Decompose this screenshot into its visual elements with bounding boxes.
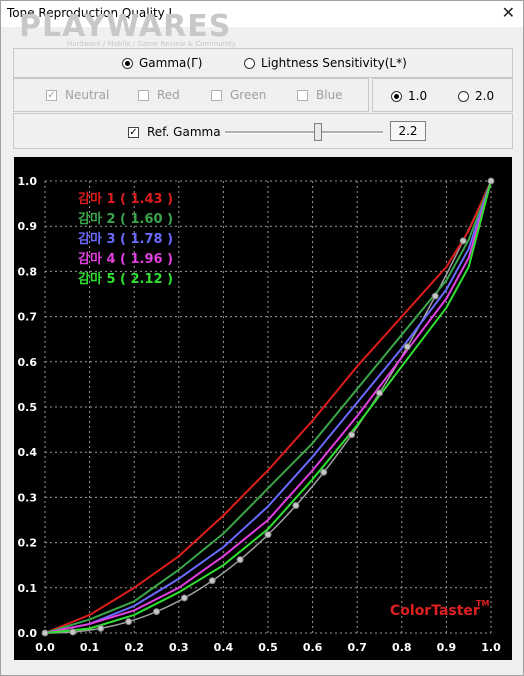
reference-marker bbox=[69, 628, 77, 636]
reference-marker bbox=[236, 556, 244, 564]
green-check-icon bbox=[211, 89, 222, 101]
scale-1-radio-icon bbox=[391, 90, 402, 102]
reference-marker bbox=[459, 237, 467, 245]
y-tick-label: 0.6 bbox=[18, 356, 38, 369]
reference-marker bbox=[376, 389, 383, 397]
reference-marker bbox=[487, 177, 495, 185]
tone-reproduction-window: Tone Reproduction Quality I ✕ PLAYWARES … bbox=[0, 0, 524, 676]
gamma-chart: 0.0 0.1 0.2 0.3 0.4 0.5 0.6 0.7 0.8 0.9 1.0 0.0 0.1 0… bbox=[14, 157, 512, 660]
gamma-mode-label: Gamma(Γ) bbox=[139, 56, 203, 70]
y-tick-label: 1.0 bbox=[18, 175, 38, 188]
y-tick-label: 0.4 bbox=[18, 446, 38, 459]
lightness-mode-label: Lightness Sensitivity(L*) bbox=[261, 56, 407, 70]
scale-1-label: 1.0 bbox=[408, 89, 428, 103]
reference-marker bbox=[208, 577, 216, 585]
window-title: Tone Reproduction Quality I bbox=[7, 6, 173, 20]
scale-2-radio[interactable]: 2.0 bbox=[458, 89, 494, 103]
x-tick-label: 0.9 bbox=[437, 641, 457, 654]
x-tick-label: 1.0 bbox=[481, 641, 501, 654]
ref-gamma-check-icon: ✓ bbox=[128, 126, 139, 138]
legend-entry: 감마 3 ( 1.78 ) bbox=[78, 231, 173, 247]
reference-marker bbox=[403, 343, 411, 351]
y-tick-label: 0.2 bbox=[18, 537, 38, 550]
mode-group: Gamma(Γ) Lightness Sensitivity(L*) bbox=[13, 48, 513, 78]
x-tick-label: 0.4 bbox=[214, 641, 234, 654]
lightness-mode-radio[interactable]: Lightness Sensitivity(L*) bbox=[244, 56, 407, 70]
ref-gamma-checkbox[interactable]: ✓ Ref. Gamma bbox=[128, 125, 221, 139]
reference-marker bbox=[264, 531, 272, 539]
red-checkbox[interactable]: Red bbox=[138, 88, 180, 102]
close-icon[interactable]: ✕ bbox=[502, 3, 515, 22]
legend-entry: 감마 2 ( 1.60 ) bbox=[78, 211, 173, 227]
red-label: Red bbox=[157, 88, 180, 102]
y-tick-label: 0.9 bbox=[18, 220, 38, 233]
gamma-radio-icon bbox=[122, 57, 133, 69]
green-checkbox[interactable]: Green bbox=[211, 88, 266, 102]
x-tick-label: 0.7 bbox=[347, 641, 367, 654]
legend-entry: 감마 4 ( 1.96 ) bbox=[78, 251, 173, 267]
reference-marker bbox=[292, 502, 300, 510]
reference-marker bbox=[153, 608, 160, 616]
colortaster-logo: ColorTaster bbox=[390, 603, 480, 619]
scale-2-label: 2.0 bbox=[475, 89, 495, 103]
gamma-mode-radio[interactable]: Gamma(Γ) bbox=[122, 56, 202, 70]
neutral-checkbox[interactable]: ✓ Neutral bbox=[46, 88, 109, 102]
neutral-check-icon: ✓ bbox=[46, 89, 57, 101]
reference-marker bbox=[180, 594, 188, 602]
y-tick-label: 0.7 bbox=[18, 311, 38, 324]
legend-entry: 감마 1 ( 1.43 ) bbox=[78, 191, 173, 207]
y-tick-label: 0.0 bbox=[18, 627, 38, 640]
channel-group: ✓ Neutral Red Green Blue bbox=[13, 78, 369, 112]
green-label: Green bbox=[230, 88, 267, 102]
trademark-mark: TM bbox=[476, 599, 489, 608]
reference-marker bbox=[320, 468, 328, 476]
scale-group: 1.0 2.0 bbox=[372, 78, 513, 112]
neutral-label: Neutral bbox=[65, 88, 110, 102]
x-tick-label: 0.8 bbox=[392, 641, 412, 654]
legend-entry: 감마 5 ( 2.12 ) bbox=[78, 271, 173, 287]
reference-marker bbox=[431, 292, 439, 300]
reference-marker bbox=[125, 618, 133, 626]
blue-check-icon bbox=[297, 89, 308, 101]
reference-marker bbox=[41, 629, 49, 637]
blue-label: Blue bbox=[316, 88, 343, 102]
gamma-chart-svg: 0.0 0.1 0.2 0.3 0.4 0.5 0.6 0.7 0.8 0.9 1.0 0.0 0.1 0… bbox=[18, 175, 502, 654]
y-tick-label: 0.5 bbox=[18, 401, 38, 414]
x-tick-label: 0.3 bbox=[169, 641, 189, 654]
reference-marker bbox=[97, 624, 105, 632]
ref-gamma-slider[interactable] bbox=[225, 131, 383, 134]
y-tick-label: 0.1 bbox=[18, 582, 38, 595]
x-tick-label: 0.0 bbox=[35, 641, 55, 654]
title-bar: Tone Reproduction Quality I ✕ bbox=[1, 1, 523, 27]
ref-gamma-slider-thumb[interactable] bbox=[314, 123, 322, 141]
reference-marker bbox=[348, 431, 356, 439]
y-tick-label: 0.8 bbox=[18, 265, 38, 278]
lightness-radio-icon bbox=[244, 57, 255, 69]
scale-2-radio-icon bbox=[458, 90, 469, 102]
blue-checkbox[interactable]: Blue bbox=[297, 88, 343, 102]
x-tick-label: 0.2 bbox=[124, 641, 144, 654]
y-tick-label: 0.3 bbox=[18, 491, 38, 504]
scale-1-radio[interactable]: 1.0 bbox=[391, 89, 427, 103]
x-tick-label: 0.5 bbox=[258, 641, 278, 654]
watermark-tagline: Hardware / Mobile / Game Review & Commun… bbox=[67, 40, 236, 48]
x-tick-label: 0.6 bbox=[303, 641, 323, 654]
red-check-icon bbox=[138, 89, 149, 101]
x-tick-label: 0.1 bbox=[80, 641, 100, 654]
ref-gamma-value: 2.2 bbox=[390, 121, 426, 141]
ref-gamma-label: Ref. Gamma bbox=[147, 125, 221, 139]
